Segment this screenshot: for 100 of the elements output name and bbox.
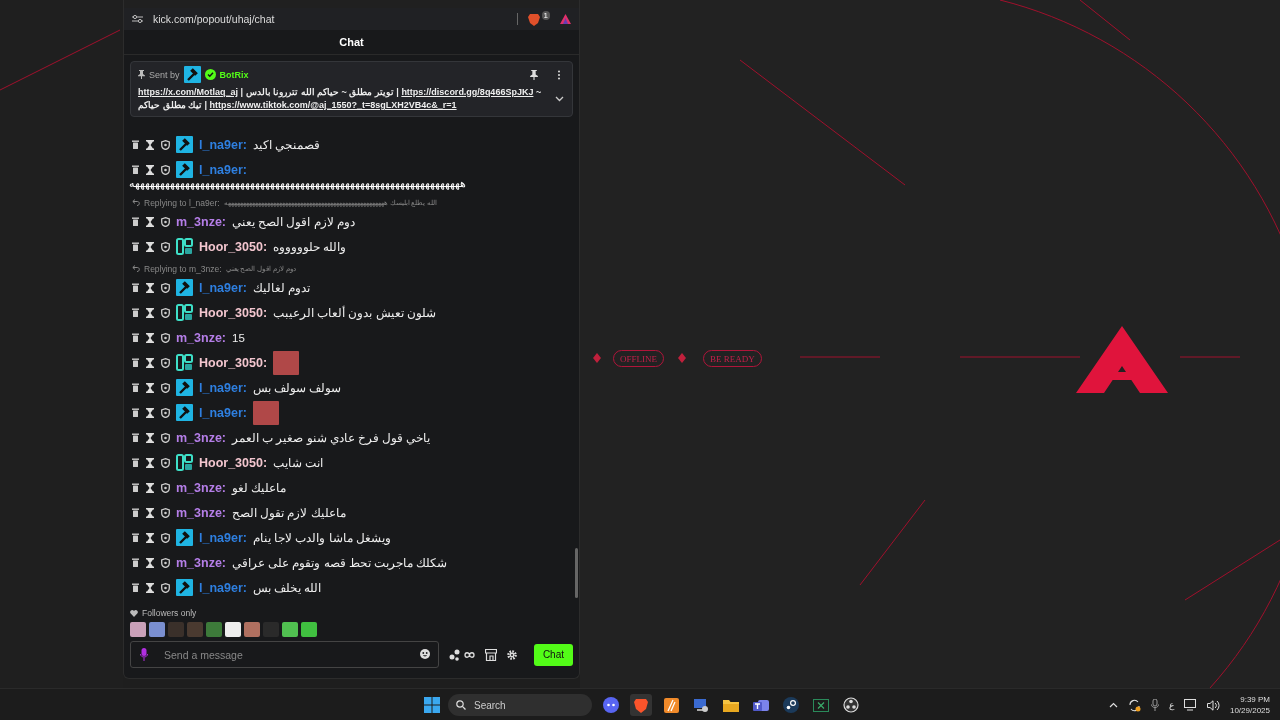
hourglass-icon[interactable] (146, 432, 154, 443)
message-text: تدوم لغاليك (252, 280, 311, 295)
hourglass-icon[interactable] (146, 332, 154, 343)
hourglass-icon[interactable] (146, 457, 154, 468)
hourglass-icon[interactable] (146, 557, 154, 568)
clock[interactable]: 9:39 PM 10/29/2025 (1229, 694, 1270, 716)
username[interactable]: Hoor_3050: (199, 239, 268, 254)
shield-icon[interactable] (161, 357, 170, 368)
hourglass-icon[interactable] (146, 282, 154, 293)
sender-name[interactable]: BotRix (219, 69, 249, 80)
link[interactable]: https://www.tiktok.com/@aj_1550?_t=8sgLXH2VB4c&_r=1 (209, 100, 457, 110)
volume-icon[interactable] (1206, 699, 1220, 711)
hourglass-icon[interactable] (146, 482, 154, 493)
trash-icon[interactable] (132, 558, 139, 567)
hourglass-icon[interactable] (146, 582, 154, 593)
shield-icon[interactable] (161, 332, 170, 343)
settings-icon[interactable] (507, 649, 517, 660)
chevron-up-icon[interactable] (1108, 702, 1118, 708)
sync-icon[interactable] (1127, 698, 1141, 712)
shield-icon[interactable] (161, 482, 170, 493)
shield-icon[interactable] (161, 164, 170, 175)
shield-icon[interactable] (161, 432, 170, 443)
username[interactable]: m_3nze: (176, 430, 227, 445)
url-text[interactable]: kick.com/popout/uhaj/chat (153, 13, 507, 25)
trash-icon[interactable] (132, 583, 139, 592)
input-language-indicator[interactable]: ع (1168, 700, 1174, 710)
hourglass-icon[interactable] (146, 507, 154, 518)
emoji-icon[interactable] (420, 649, 430, 659)
trash-icon[interactable] (132, 508, 139, 517)
hourglass-icon[interactable] (146, 357, 154, 368)
trash-icon[interactable] (132, 308, 139, 317)
hourglass-icon[interactable] (146, 241, 154, 252)
hourglass-icon[interactable] (146, 407, 154, 418)
trash-icon[interactable] (132, 333, 139, 342)
trash-icon[interactable] (132, 533, 139, 542)
chat-app-icon[interactable] (600, 694, 622, 716)
username[interactable]: l_na9er: (199, 137, 247, 152)
message-text: 15 (232, 331, 245, 344)
shield-icon[interactable] (161, 582, 170, 593)
username[interactable]: l_na9er: (199, 530, 247, 545)
trash-icon[interactable] (132, 140, 139, 149)
link[interactable]: https://discord.gg/8q466SpJKJ (401, 87, 534, 97)
triangle-icon[interactable] (560, 14, 571, 24)
username[interactable]: m_3nze: (176, 505, 227, 520)
trash-icon[interactable] (132, 358, 139, 367)
trash-icon[interactable] (132, 165, 139, 174)
shield-icon[interactable] (161, 507, 170, 518)
trash-icon[interactable] (132, 242, 139, 251)
shield-icon[interactable] (161, 282, 170, 293)
browser-icon[interactable] (630, 694, 652, 716)
shield-icon[interactable] (161, 532, 170, 543)
brave-shield-button[interactable]: 1 (528, 11, 550, 27)
username[interactable]: Hoor_3050: (199, 305, 268, 320)
username[interactable]: Hoor_3050: (199, 355, 268, 370)
trash-icon[interactable] (132, 217, 139, 226)
username[interactable]: Hoor_3050: (199, 455, 268, 470)
shield-icon[interactable] (161, 407, 170, 418)
username[interactable]: m_3nze: (176, 214, 227, 229)
shield-icon[interactable] (161, 216, 170, 227)
shield-icon[interactable] (161, 307, 170, 318)
send-chat-button[interactable]: Chat (533, 643, 573, 666)
site-settings-icon[interactable] (132, 14, 143, 24)
trash-icon[interactable] (132, 283, 139, 292)
username[interactable]: l_na9er: (199, 405, 247, 420)
username[interactable]: m_3nze: (176, 330, 227, 345)
trash-icon[interactable] (132, 458, 139, 467)
username[interactable]: l_na9er: (199, 380, 247, 395)
hourglass-icon[interactable] (146, 382, 154, 393)
taskbar-search-field[interactable]: Search (448, 694, 592, 716)
message-input-field[interactable]: Send a message (130, 641, 439, 668)
username[interactable]: l_na9er: (199, 580, 247, 595)
shield-icon[interactable] (161, 557, 170, 568)
trash-icon[interactable] (132, 383, 139, 392)
hourglass-icon[interactable] (146, 164, 154, 175)
windows-start-icon[interactable] (424, 697, 440, 713)
microphone-icon[interactable] (1150, 699, 1159, 711)
username[interactable]: m_3nze: (176, 555, 227, 570)
hourglass-icon[interactable] (146, 139, 154, 150)
hourglass-icon[interactable] (146, 307, 154, 318)
shield-icon[interactable] (161, 382, 170, 393)
trash-icon[interactable] (132, 433, 139, 442)
chevron-down-icon[interactable] (555, 96, 564, 102)
network-icon[interactable] (1183, 699, 1197, 711)
steam-icon[interactable] (780, 694, 802, 716)
points-icon[interactable] (449, 648, 475, 661)
store-icon[interactable] (485, 648, 497, 661)
username[interactable]: l_na9er: (199, 162, 247, 177)
trash-icon[interactable] (132, 408, 139, 417)
trash-icon[interactable] (132, 483, 139, 492)
hourglass-icon[interactable] (146, 532, 154, 543)
microphone-icon[interactable] (140, 648, 148, 661)
shield-icon[interactable] (161, 139, 170, 150)
recorder-icon[interactable] (840, 694, 862, 716)
link[interactable]: https://x.com/Motlaq_aj (138, 87, 238, 97)
hourglass-icon[interactable] (146, 216, 154, 227)
username[interactable]: m_3nze: (176, 480, 227, 495)
shield-icon[interactable] (161, 457, 170, 468)
pin-icon[interactable] (530, 69, 538, 80)
username[interactable]: l_na9er: (199, 280, 247, 295)
shield-icon[interactable] (161, 241, 170, 252)
